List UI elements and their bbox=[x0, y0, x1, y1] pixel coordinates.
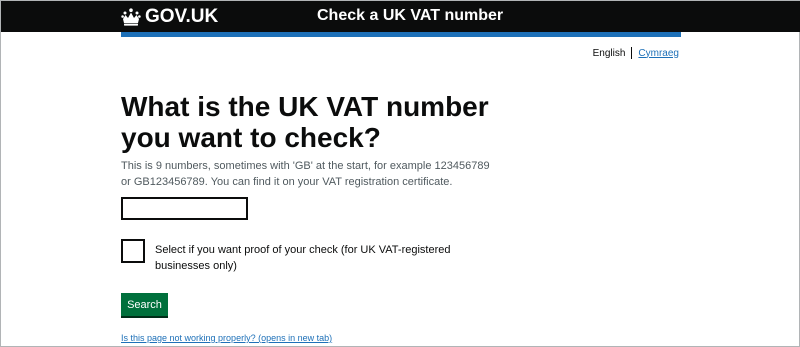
language-toggle: English Cymraeg bbox=[593, 47, 679, 59]
vat-number-input[interactable] bbox=[121, 197, 248, 220]
site-header: GOV.UK Check a UK VAT number bbox=[1, 1, 800, 32]
proof-of-check-label[interactable]: Select if you want proof of your check (… bbox=[155, 242, 495, 274]
language-separator bbox=[631, 47, 633, 59]
language-cymraeg-link[interactable]: Cymraeg bbox=[638, 48, 679, 59]
page-not-working-link[interactable]: Is this page not working properly? (open… bbox=[121, 333, 332, 343]
proof-of-check-checkbox[interactable] bbox=[121, 239, 145, 263]
search-button[interactable]: Search bbox=[121, 293, 168, 316]
page-heading: What is the UK VAT number you want to ch… bbox=[121, 91, 489, 153]
govuk-logo-link[interactable]: GOV.UK bbox=[121, 6, 218, 28]
language-english-current: English bbox=[592, 47, 626, 59]
header-accent-bar bbox=[121, 32, 681, 37]
crown-icon bbox=[121, 8, 141, 26]
service-name-link[interactable]: Check a UK VAT number bbox=[317, 7, 503, 25]
vat-number-hint: This is 9 numbers, sometimes with 'GB' a… bbox=[121, 160, 490, 188]
logo-text: GOV.UK bbox=[145, 6, 219, 27]
